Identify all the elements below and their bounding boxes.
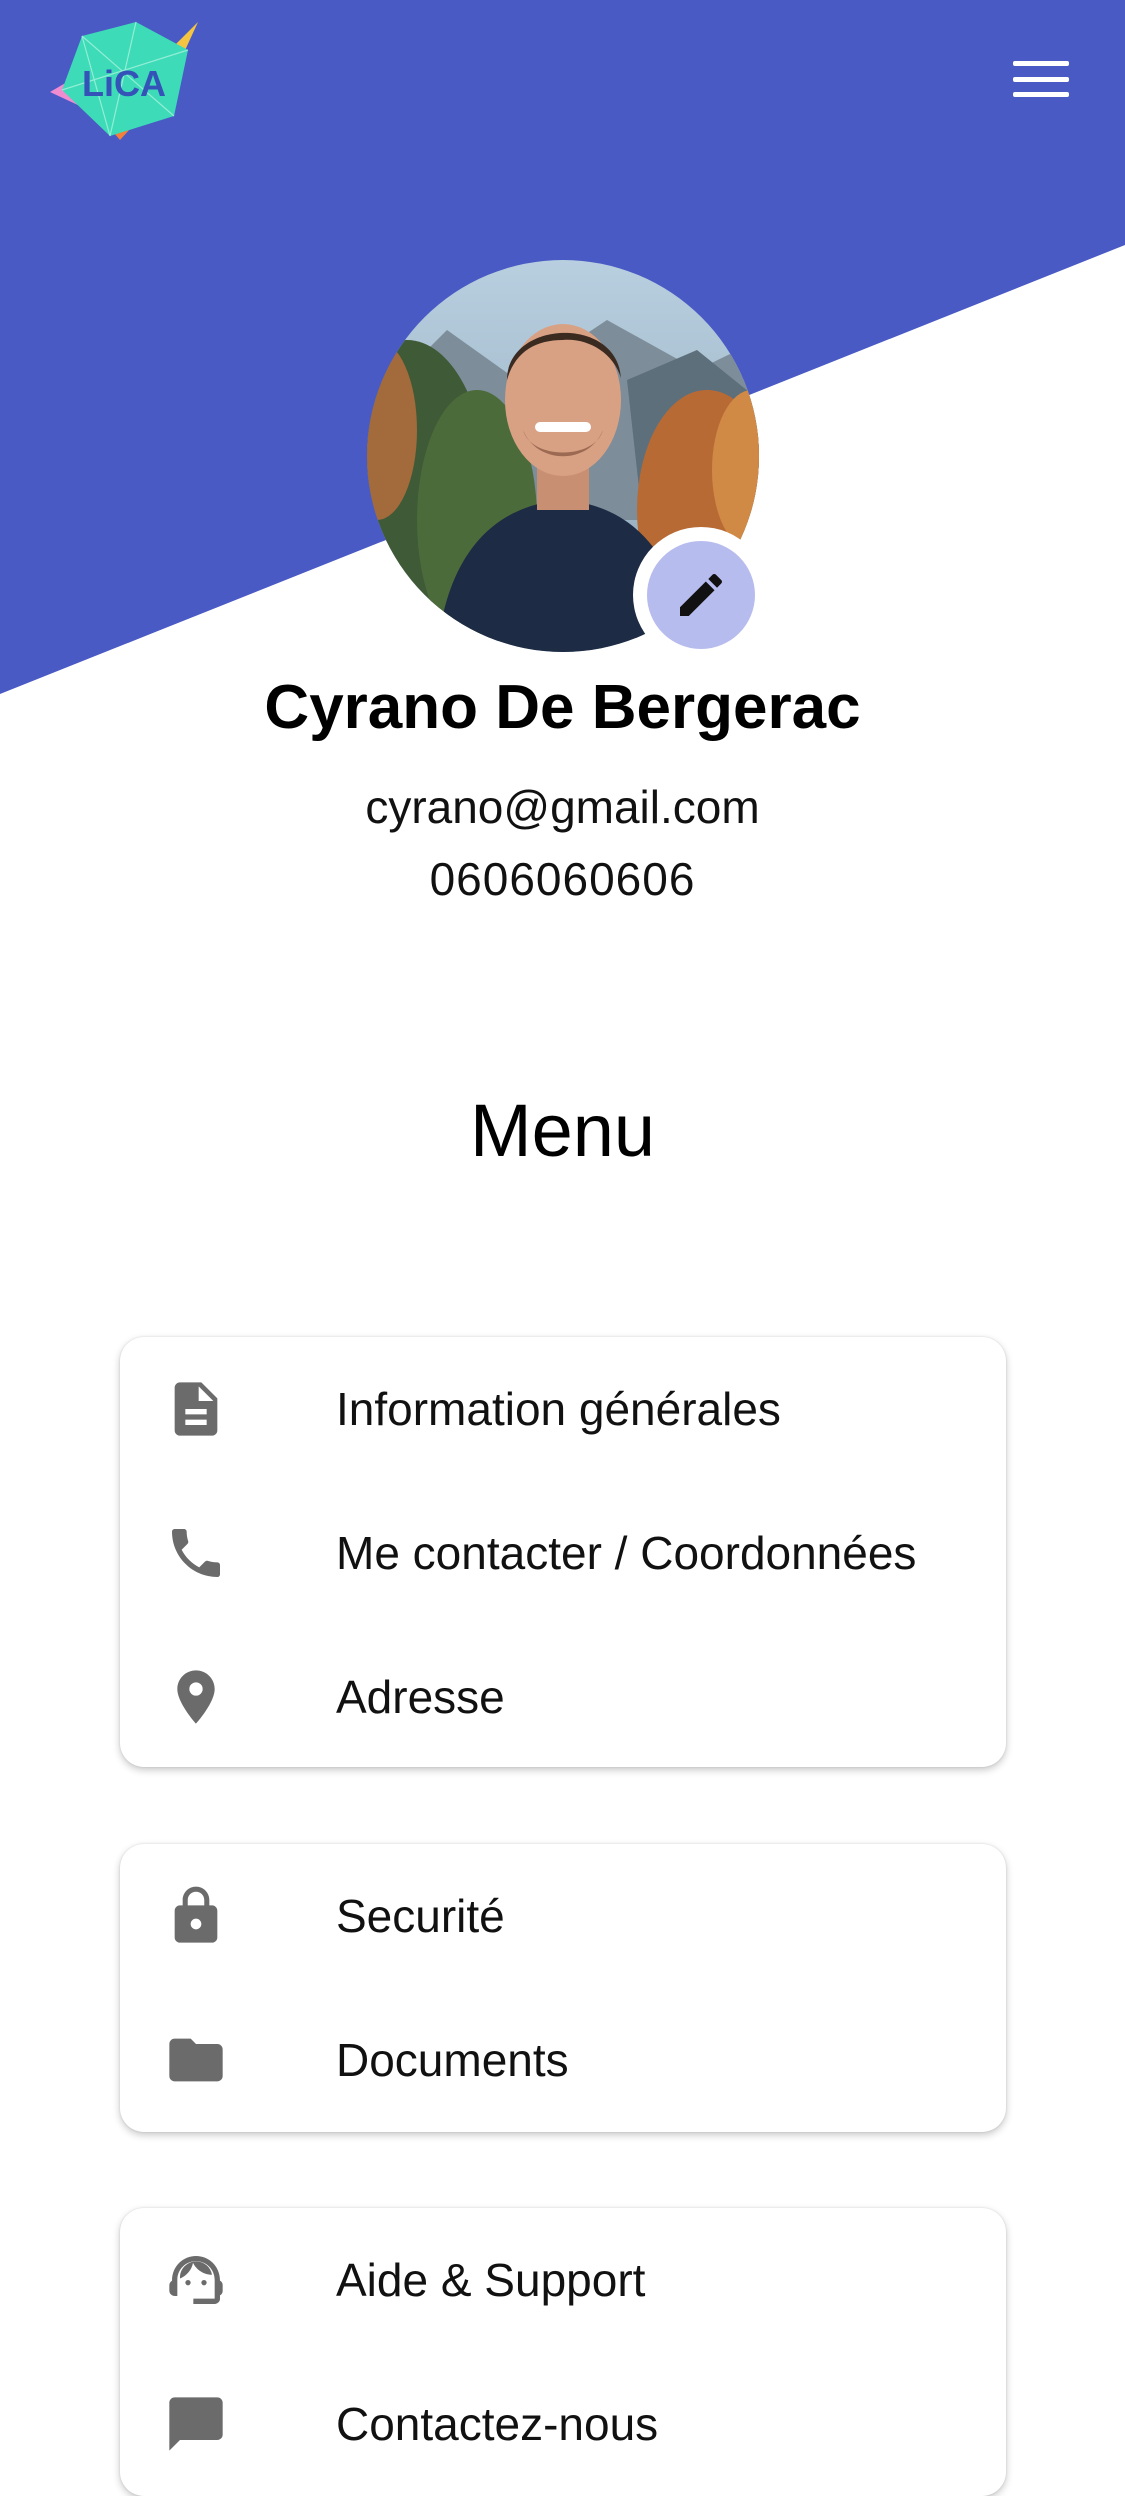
support-agent-icon (160, 2248, 232, 2312)
menu-item-label: Me contacter / Coordonnées (336, 1527, 917, 1579)
pencil-icon (680, 573, 723, 616)
edit-avatar-button[interactable] (633, 527, 769, 663)
menu-item-aide-support[interactable]: Aide & Support (120, 2208, 1006, 2352)
phone-icon (160, 1521, 232, 1585)
menu-item-label: Aide & Support (336, 2254, 646, 2306)
app-logo[interactable]: LiCA (48, 20, 203, 145)
menu-item-label: Contactez-nous (336, 2398, 659, 2450)
menu-item-me-contacter[interactable]: Me contacter / Coordonnées (120, 1481, 1006, 1625)
menu-title: Menu (469, 1089, 656, 1172)
menu-item-label: Adresse (336, 1671, 505, 1723)
menu-card-personal: Information générales Me contacter / Coo… (120, 1337, 1006, 1767)
location-pin-icon (160, 1665, 232, 1729)
message-icon (160, 2392, 232, 2456)
menu-card-account: Securité Documents (120, 1844, 1006, 2132)
hamburger-menu-icon[interactable] (1005, 55, 1077, 103)
menu-item-documents[interactable]: Documents (120, 1988, 1006, 2132)
profile-email: cyrano@gmail.com (365, 781, 760, 833)
folder-icon (160, 2028, 232, 2092)
menu-item-label: Securité (336, 1890, 505, 1942)
profile-name: Cyrano De Bergerac (264, 673, 861, 742)
profile-phone: 0606060606 (429, 853, 696, 905)
menu-card-support: Aide & Support Contactez-nous (120, 2208, 1006, 2496)
document-icon (160, 1377, 232, 1441)
lock-icon (160, 1884, 232, 1948)
menu-item-label: Documents (336, 2034, 569, 2086)
menu-item-securite[interactable]: Securité (120, 1844, 1006, 1988)
menu-item-contactez-nous[interactable]: Contactez-nous (120, 2352, 1006, 2496)
menu-item-adresse[interactable]: Adresse (120, 1625, 1006, 1769)
menu-item-information-generales[interactable]: Information générales (120, 1337, 1006, 1481)
menu-item-label: Information générales (336, 1383, 781, 1435)
logo-text: LiCA (82, 63, 166, 104)
